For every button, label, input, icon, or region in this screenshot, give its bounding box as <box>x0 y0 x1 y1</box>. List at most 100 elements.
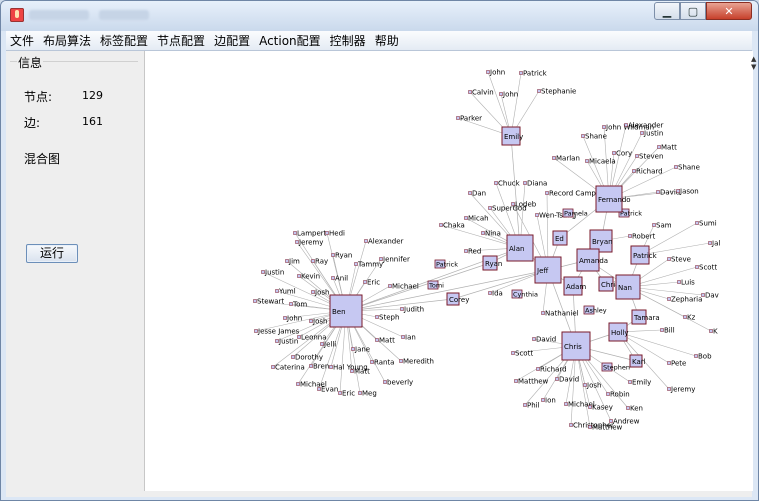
graph-node-label[interactable]: Ion <box>545 397 556 405</box>
graph-node-label[interactable]: Alan <box>509 245 524 253</box>
menu-help[interactable]: 帮助 <box>371 32 403 49</box>
graph-node-label[interactable]: Ryan <box>485 260 502 268</box>
graph-node-label[interactable]: Shane <box>585 133 607 141</box>
graph-node-label[interactable]: Alexander <box>368 238 404 246</box>
graph-node-label[interactable]: beverly <box>387 379 413 387</box>
menu-label-config[interactable]: 标签配置 <box>96 32 152 49</box>
maximize-button[interactable]: ▢ <box>680 2 706 20</box>
graph-node-label[interactable]: Zepharia <box>671 296 702 304</box>
graph-node-label[interactable]: Michael <box>392 283 419 291</box>
graph-node-label[interactable]: Kz <box>687 314 696 322</box>
graph-node-label[interactable]: Corey <box>449 296 469 304</box>
menu-layout-algorithm[interactable]: 布局算法 <box>39 32 95 49</box>
graph-node-label[interactable]: Steven <box>639 153 663 161</box>
graph-node-label[interactable]: Pete <box>671 360 686 368</box>
graph-node-label[interactable]: Karl <box>632 358 646 366</box>
menu-node-config[interactable]: 节点配置 <box>153 32 209 49</box>
graph-node-label[interactable]: Jane <box>354 346 370 354</box>
graph-node-label[interactable]: Dav <box>705 292 719 300</box>
graph-node-label[interactable]: Judith <box>403 306 424 314</box>
menu-file[interactable]: 文件 <box>6 32 38 49</box>
graph-node-label[interactable]: Josh <box>312 318 327 326</box>
graph-node-label[interactable]: Jesse James <box>257 328 300 336</box>
graph-node-label[interactable]: Luis <box>681 279 695 287</box>
graph-node-label[interactable]: Scott <box>515 350 533 358</box>
graph-node-label[interactable]: Shane <box>678 164 700 172</box>
graph-node-label[interactable]: Tammy <box>357 261 383 269</box>
graph-node-label[interactable]: Bill <box>664 327 675 335</box>
graph-node-label[interactable]: Scott <box>699 264 717 272</box>
close-button[interactable]: ✕ <box>706 2 752 20</box>
graph-node-label[interactable]: Chri <box>601 281 615 289</box>
graph-node-label[interactable]: Eric <box>342 390 355 398</box>
graph-node-label[interactable]: Tom <box>292 301 307 309</box>
graph-node-label[interactable]: Jeremy <box>298 239 323 247</box>
graph-node-label[interactable]: Ray <box>315 258 328 266</box>
graph-node-label[interactable]: Matthew <box>518 378 549 386</box>
graph-node-label[interactable]: Justin <box>643 130 663 138</box>
graph-node-label[interactable]: Josh <box>314 289 329 297</box>
graph-node-label[interactable]: Patrick <box>436 261 458 269</box>
graph-node-label[interactable]: Lampert <box>297 230 327 238</box>
graph-node-label[interactable]: Nathaniel <box>545 310 579 318</box>
graph-node-label[interactable]: Kevin <box>301 273 320 281</box>
minimize-button[interactable]: ▁ <box>654 2 680 20</box>
graph-node-label[interactable]: K <box>713 328 718 336</box>
graph-node-label[interactable]: Stephen <box>603 364 630 372</box>
network-graph[interactable]: Lampert Hedi Alexander Jeremy Ryan TammyJenni… <box>145 51 753 491</box>
graph-node-label[interactable]: Evan <box>321 386 338 394</box>
graph-node-label[interactable]: Red <box>468 248 481 256</box>
graph-node-label[interactable]: Jennifer <box>382 256 410 264</box>
graph-node-label[interactable]: Adam <box>566 283 586 291</box>
graph-canvas[interactable]: Lampert Hedi Alexander Jeremy Ryan Tammy Jenni… <box>145 51 753 491</box>
graph-node-label[interactable]: Ryan <box>335 252 352 260</box>
graph-node-label[interactable]: Micah <box>468 215 489 223</box>
graph-node-label[interactable]: Stewart <box>257 298 284 306</box>
graph-node-label[interactable]: Patrick <box>523 70 548 78</box>
graph-node-label[interactable]: Jal <box>711 240 720 248</box>
graph-node-label[interactable]: Diana <box>527 180 547 188</box>
graph-node-label[interactable]: Steph <box>379 314 399 322</box>
graph-node-label[interactable]: David <box>536 336 556 344</box>
graph-node-label[interactable]: Matt <box>354 368 370 376</box>
graph-node-label[interactable]: John <box>502 91 518 99</box>
graph-node-label[interactable]: Justin <box>264 269 284 277</box>
graph-node-label[interactable]: Patrick <box>633 252 658 260</box>
graph-node-label[interactable]: Cory <box>616 150 632 158</box>
graph-node-label[interactable]: Kasey <box>592 404 613 412</box>
graph-node-label[interactable]: Bren <box>313 363 329 371</box>
graph-node-label[interactable]: Hedi <box>329 230 345 238</box>
graph-edge[interactable] <box>617 331 697 357</box>
graph-node-label[interactable]: Josh <box>586 382 601 390</box>
canvas-scroll-arrows[interactable]: ▲ ▼ <box>751 55 757 71</box>
graph-node-label[interactable]: Fernando <box>598 196 631 204</box>
scroll-down-icon[interactable]: ▼ <box>751 63 757 71</box>
graph-node-label[interactable]: Ian <box>405 334 416 342</box>
menu-edge-config[interactable]: 边配置 <box>210 32 254 49</box>
graph-node-label[interactable]: Stephanie <box>541 88 576 96</box>
graph-node-label[interactable]: Justin <box>278 338 298 346</box>
graph-node-label[interactable]: Robin <box>610 391 630 399</box>
graph-node-label[interactable]: Emily <box>504 133 523 141</box>
graph-node-label[interactable]: Parker <box>460 115 482 123</box>
graph-node-label[interactable]: Ed <box>555 235 564 243</box>
graph-node-label[interactable]: Sumi <box>699 220 717 228</box>
graph-node-label[interactable]: Dan <box>472 190 486 198</box>
graph-node-label[interactable]: Bob <box>698 353 712 361</box>
graph-node-label[interactable]: Meredith <box>403 358 434 366</box>
graph-node-label[interactable]: Tomi <box>428 282 444 290</box>
graph-node-label[interactable]: Amanda <box>579 257 608 265</box>
graph-node-label[interactable]: Alexander <box>628 122 664 130</box>
graph-node-label[interactable]: Matthew <box>592 424 623 432</box>
graph-node-label[interactable]: Ben <box>332 308 346 316</box>
graph-node-label[interactable]: Steve <box>671 256 691 264</box>
graph-node-label[interactable]: Emily <box>632 379 651 387</box>
graph-node-label[interactable]: Pamela <box>564 210 588 218</box>
graph-node-label[interactable]: Cynthia <box>513 291 538 299</box>
graph-node-label[interactable]: Leonna <box>301 334 327 342</box>
graph-node-label[interactable]: Chaka <box>443 222 465 230</box>
graph-node-label[interactable]: Tamara <box>633 314 660 322</box>
graph-node-label[interactable]: Eric <box>367 279 380 287</box>
graph-node-label[interactable]: Ranta <box>374 359 394 367</box>
menu-action-config[interactable]: Action配置 <box>255 32 325 49</box>
